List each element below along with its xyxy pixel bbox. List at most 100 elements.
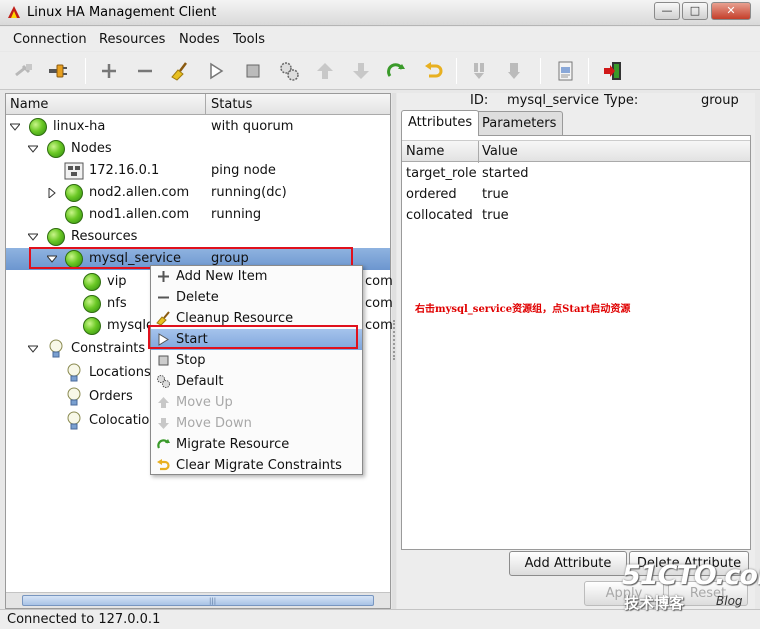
stop-icon[interactable]: [241, 59, 265, 83]
tab-attributes[interactable]: Attributes: [401, 110, 480, 136]
tree-label: 172.16.0.1: [89, 163, 160, 178]
tree-label: nod2.allen.com: [89, 185, 190, 200]
column-header-name[interactable]: Name: [406, 144, 444, 159]
column-header-name[interactable]: Name: [10, 97, 48, 112]
tree-row-resources[interactable]: Resources: [6, 226, 390, 248]
tree-row-linux-ha[interactable]: linux-ha with quorum: [6, 116, 390, 138]
watermark-blog: Blog: [716, 594, 743, 608]
column-divider[interactable]: [478, 141, 479, 163]
cleanup-broom-icon[interactable]: [168, 59, 192, 83]
disconnect-icon[interactable]: [12, 59, 36, 83]
tree-label: nfs: [107, 296, 127, 311]
status-green-icon: [47, 228, 65, 246]
app-icon: [8, 6, 20, 18]
remove-icon[interactable]: [133, 59, 157, 83]
tree-status: running(dc): [211, 185, 287, 200]
menu-nodes[interactable]: Nodes: [179, 32, 220, 47]
gears-icon: [156, 374, 171, 389]
plus-icon: [156, 269, 171, 284]
horizontal-scrollbar[interactable]: |||: [6, 592, 390, 608]
close-button[interactable]: ✕: [711, 2, 751, 20]
default-gears-icon[interactable]: [277, 59, 301, 83]
attributes-header: Name Value: [402, 140, 750, 163]
expand-toggle-icon[interactable]: [10, 122, 20, 132]
menu-item-label: Add New Item: [176, 269, 268, 284]
tree-status: com: [365, 274, 393, 289]
status-green-icon: [83, 295, 101, 313]
attribute-name: collocated: [406, 208, 473, 223]
menu-tools[interactable]: Tools: [233, 32, 265, 47]
tree-row-ping-node[interactable]: 172.16.0.1 ping node: [6, 160, 390, 182]
start-icon[interactable]: [204, 59, 228, 83]
menu-item-label: Migrate Resource: [176, 437, 290, 452]
connection-status: Connected to 127.0.0.1: [7, 612, 161, 627]
menu-item-add-new-item[interactable]: Add New Item: [151, 266, 362, 287]
column-header-value[interactable]: Value: [482, 144, 518, 159]
move-down-icon[interactable]: [349, 59, 373, 83]
menu-item-clear-migrate-constraints[interactable]: Clear Migrate Constraints: [151, 455, 362, 476]
tree-label: Orders: [89, 389, 133, 404]
move-up-icon[interactable]: [313, 59, 337, 83]
toolbar-separator: [456, 58, 457, 84]
migrate-icon: [156, 437, 171, 452]
minimize-button[interactable]: —: [654, 2, 680, 20]
menu-item-label: Default: [176, 374, 224, 389]
arrow-down-icon: [156, 416, 171, 431]
migrate-icon[interactable]: [384, 59, 408, 83]
menu-item-move-down[interactable]: Move Down: [151, 413, 362, 434]
menu-item-label: Cleanup Resource: [176, 311, 294, 326]
collapsed-toggle-icon[interactable]: [47, 188, 57, 198]
add-icon[interactable]: [97, 59, 121, 83]
column-header-status[interactable]: Status: [211, 97, 252, 112]
tree-label: Locations: [89, 365, 151, 380]
attribute-value: started: [482, 166, 529, 181]
tab-parameters[interactable]: Parameters: [475, 111, 564, 135]
tree-label: vip: [107, 274, 127, 289]
attribute-row[interactable]: ordered true: [402, 184, 750, 205]
column-divider[interactable]: [205, 94, 206, 115]
tree-row-nodes[interactable]: Nodes: [6, 138, 390, 160]
attribute-row[interactable]: collocated true: [402, 205, 750, 226]
attribute-row[interactable]: target_role started: [402, 163, 750, 184]
id-label: ID:: [470, 93, 489, 108]
menu-item-default[interactable]: Default: [151, 371, 362, 392]
menu-item-delete[interactable]: Delete: [151, 287, 362, 308]
tree-label: nod1.allen.com: [89, 207, 190, 222]
active-icon[interactable]: [503, 59, 527, 83]
menu-item-label: Delete: [176, 290, 219, 305]
add-attribute-button[interactable]: Add Attribute: [509, 551, 627, 576]
type-value: group: [701, 93, 739, 108]
attribute-name: target_role: [406, 166, 477, 181]
context-menu: Add New Item Delete Cleanup Resource Sta…: [150, 265, 363, 475]
tree-status: com: [365, 296, 393, 311]
toolbar-separator: [85, 58, 86, 84]
menu-resources[interactable]: Resources: [99, 32, 165, 47]
title-bar: Linux HA Management Client — □ ✕: [0, 0, 760, 26]
menu-connection[interactable]: Connection: [13, 32, 87, 47]
constraint-bulb-icon: [49, 339, 63, 358]
stop-icon: [156, 353, 171, 368]
connect-icon[interactable]: [46, 59, 70, 83]
maximize-button[interactable]: □: [682, 2, 708, 20]
id-value: mysql_service: [507, 93, 600, 108]
menu-item-stop[interactable]: Stop: [151, 350, 362, 371]
menu-item-migrate-resource[interactable]: Migrate Resource: [151, 434, 362, 455]
tree-label: Constraints: [71, 341, 146, 356]
status-green-icon: [47, 140, 65, 158]
expand-toggle-icon[interactable]: [28, 144, 38, 154]
tree-status: ping node: [211, 163, 276, 178]
status-green-icon: [83, 273, 101, 291]
status-green-icon: [29, 118, 47, 136]
splitter-grip: [393, 320, 395, 360]
expand-toggle-icon[interactable]: [28, 232, 38, 242]
view-xml-icon[interactable]: [553, 59, 577, 83]
expand-toggle-icon[interactable]: [28, 344, 38, 354]
clear-migrate-icon[interactable]: [421, 59, 445, 83]
scrollbar-thumb[interactable]: |||: [22, 595, 374, 606]
menu-item-move-up[interactable]: Move Up: [151, 392, 362, 413]
tree-row-nod1[interactable]: nod1.allen.com running: [6, 204, 390, 226]
highlight-start-item: [148, 325, 358, 349]
exit-icon[interactable]: [601, 59, 625, 83]
standby-icon[interactable]: [468, 59, 492, 83]
tree-row-nod2[interactable]: nod2.allen.com running(dc): [6, 182, 390, 204]
